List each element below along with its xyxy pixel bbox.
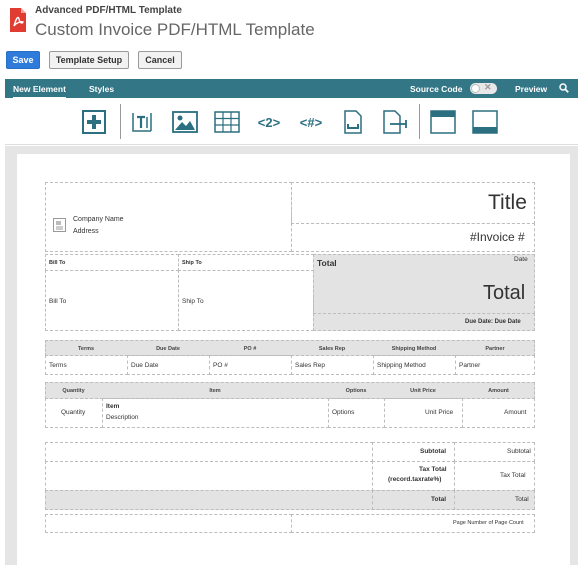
- bill-to-header: Bill To: [49, 260, 66, 266]
- tax-rate-label: (record.taxrate%): [388, 476, 442, 483]
- grand-total-value: Total: [515, 496, 529, 503]
- item-unit-price: Unit Price: [425, 409, 454, 416]
- totals-spacer-cell[interactable]: [45, 442, 373, 462]
- template-setup-button[interactable]: Template Setup: [49, 51, 129, 69]
- item-description: Description: [106, 414, 139, 421]
- template-page[interactable]: Company Name Address Title #Invoice # Bi…: [17, 154, 570, 565]
- toolbar-divider: [419, 104, 420, 139]
- save-button[interactable]: Save: [6, 51, 40, 69]
- editor-nav-bar: New Element Styles Source Code ✕ Preview: [5, 79, 578, 99]
- page-number-icon[interactable]: [382, 110, 408, 134]
- invoice-number: #Invoice #: [470, 230, 525, 244]
- total-box-label: Total: [317, 258, 337, 268]
- tax-label: Tax Total: [419, 466, 447, 473]
- invoice-date: Date: [514, 256, 528, 263]
- page-number-text: Page Number of Page Count: [453, 520, 524, 526]
- expression-icon[interactable]: <#>: [296, 110, 326, 134]
- header-icon[interactable]: [430, 110, 456, 134]
- info-value-sales-rep: Sales Rep: [295, 362, 325, 369]
- total-amount: Total: [483, 282, 526, 304]
- logo-placeholder-icon: [53, 218, 66, 232]
- page-break-icon[interactable]: [342, 110, 364, 134]
- info-value-po: PO #: [213, 362, 228, 369]
- item-cell[interactable]: [102, 398, 329, 428]
- company-address: Address: [73, 228, 99, 235]
- source-code-label: Source Code: [410, 84, 463, 94]
- ship-to-header: Ship To: [182, 260, 202, 266]
- toggle-off-icon: ✕: [484, 82, 492, 92]
- tax-value: Tax Total: [500, 472, 526, 479]
- info-value-terms: Terms: [49, 362, 67, 369]
- top-bar: Advanced PDF/HTML Template Custom Invoic…: [0, 0, 581, 78]
- item-options: Options: [332, 409, 355, 416]
- tab-new-element[interactable]: New Element: [13, 84, 66, 99]
- due-date: Due Date: Due Date: [465, 319, 521, 325]
- items-header-quantity: Quantity: [62, 388, 85, 394]
- table-icon[interactable]: [214, 110, 240, 134]
- item-name: Item: [106, 403, 120, 410]
- info-value-partner: Partner: [459, 362, 481, 369]
- element-toolbar: <2> <#>: [5, 98, 578, 145]
- subtotal-value: Subtotal: [507, 448, 531, 455]
- grand-total-label: Total: [431, 496, 447, 503]
- add-element-icon[interactable]: [82, 110, 106, 134]
- items-header-options: Options: [345, 388, 367, 394]
- info-header-sales-rep: Sales Rep: [318, 346, 346, 352]
- info-header-partner: Partner: [485, 346, 505, 352]
- preview-button[interactable]: Preview: [515, 84, 547, 94]
- magnifier-icon[interactable]: [559, 83, 569, 93]
- footer-left-cell[interactable]: [45, 514, 292, 533]
- editor-canvas: Company Name Address Title #Invoice # Bi…: [5, 146, 578, 565]
- info-header-terms: Terms: [77, 346, 95, 352]
- ship-to-address: Ship To: [182, 298, 204, 305]
- items-header-amount: Amount: [488, 388, 509, 394]
- subtotal-label: Subtotal: [420, 448, 446, 455]
- toggle-knob: [471, 84, 480, 93]
- item-amount: Amount: [504, 409, 527, 416]
- company-name: Company Name: [73, 216, 124, 223]
- info-header-due-date: Due Date: [156, 346, 180, 352]
- toolbar-divider: [120, 104, 121, 139]
- image-icon[interactable]: [172, 110, 198, 134]
- field-icon[interactable]: <2>: [254, 110, 284, 134]
- app-title: Advanced PDF/HTML Template: [35, 5, 182, 16]
- info-value-due-date: Due Date: [131, 362, 159, 369]
- bill-to-address: Bill To: [49, 298, 67, 305]
- info-header-shipping-method: Shipping Method: [391, 346, 437, 352]
- item-quantity: Quantity: [61, 409, 86, 416]
- tab-styles[interactable]: Styles: [89, 84, 114, 94]
- text-icon[interactable]: [130, 110, 154, 134]
- source-code-toggle[interactable]: ✕: [470, 82, 497, 94]
- info-header-po: PO #: [243, 346, 257, 352]
- cancel-button[interactable]: Cancel: [138, 51, 182, 69]
- document-title: Title: [488, 191, 527, 214]
- page-title: Custom Invoice PDF/HTML Template: [35, 20, 315, 39]
- items-header-unit-price: Unit Price: [410, 388, 436, 394]
- grand-total-row[interactable]: [45, 490, 535, 510]
- totals-spacer-cell[interactable]: [45, 461, 373, 491]
- pdf-file-icon: [10, 8, 26, 32]
- items-header-item: Item: [209, 388, 221, 394]
- info-value-shipping-method: Shipping Method: [377, 362, 426, 369]
- footer-icon[interactable]: [472, 110, 498, 134]
